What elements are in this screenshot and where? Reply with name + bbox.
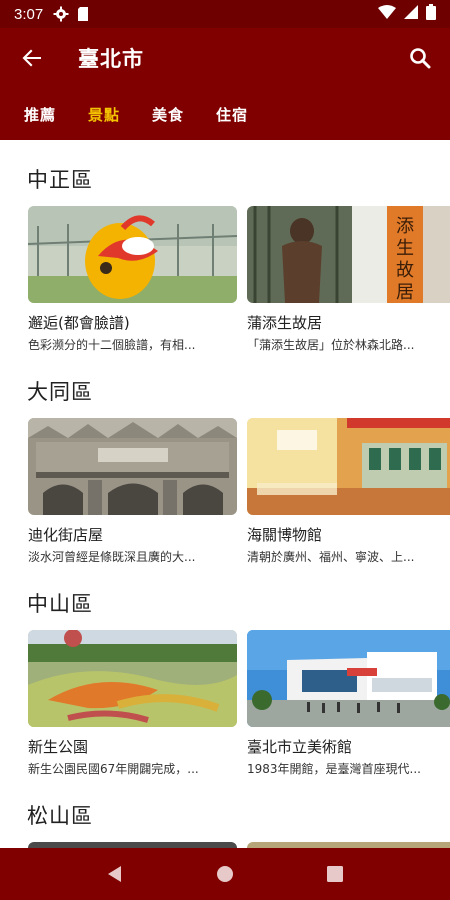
attraction-image: [247, 630, 450, 727]
tab-recommended[interactable]: 推薦: [8, 88, 72, 140]
attraction-name: 海關博物館: [247, 526, 323, 544]
nav-back-button[interactable]: [95, 854, 135, 894]
attraction-description: 淡水河曾經是條既深且廣的大...: [28, 550, 196, 564]
attraction-name: 新生公園: [28, 738, 89, 756]
attraction-card[interactable]: 新生公園 新生公園民國67年開闢完成，...: [28, 630, 237, 777]
attraction-name: 邂逅(都會臉譜): [28, 314, 130, 332]
triangle-back-icon: [108, 866, 121, 882]
attraction-image: [28, 206, 237, 303]
settings-gear-icon: [53, 6, 69, 22]
status-time: 3:07: [14, 5, 44, 23]
square-recents-icon: [327, 866, 343, 882]
attraction-name: 迪化街店屋: [28, 526, 104, 544]
back-button[interactable]: [4, 30, 60, 86]
attraction-name: 蒲添生故居: [247, 314, 323, 332]
svg-text:居: 居: [396, 282, 414, 303]
attraction-description: 新生公園民國67年開闢完成，...: [28, 762, 199, 776]
search-button[interactable]: [392, 30, 448, 86]
section-title-zhongzheng: 中正區: [27, 168, 93, 192]
system-nav-bar: [0, 848, 450, 900]
tab-lodging[interactable]: 住宿: [200, 88, 264, 140]
tab-food[interactable]: 美食: [136, 88, 200, 140]
nav-recents-button[interactable]: [315, 854, 355, 894]
svg-text:生: 生: [396, 238, 414, 259]
battery-icon: [426, 4, 436, 24]
section-title-zhongshan: 中山區: [27, 592, 93, 616]
attraction-image: [28, 630, 237, 727]
status-bar: 3:07: [0, 0, 450, 28]
attraction-card[interactable]: 臺北市立美術館 1983年開館，是臺灣首座現代...: [247, 630, 450, 777]
page-title: 臺北市: [78, 47, 144, 71]
circle-home-icon: [217, 866, 233, 882]
search-icon: [410, 48, 431, 69]
attraction-image: 添 生 故 居: [247, 206, 450, 303]
attraction-card[interactable]: 添 生 故 居 蒲添生故居 「蒲添生故居」位於林森北路...: [247, 206, 450, 353]
section-title-songshan: 松山區: [27, 804, 93, 828]
app-bar: 臺北市: [0, 28, 450, 88]
attraction-name: 臺北市立美術館: [247, 738, 353, 756]
category-tabs: 推薦 景點 美食 住宿: [0, 88, 450, 140]
attraction-card[interactable]: 邂逅(都會臉譜) 色彩濒分的十二個臉譜，有相...: [28, 206, 237, 353]
attraction-card[interactable]: 迪化街店屋 淡水河曾經是條既深且廣的大...: [28, 418, 237, 565]
attraction-description: 清朝於廣州、福州、寧波、上...: [247, 550, 415, 564]
attraction-description: 「蒲添生故居」位於林森北路...: [247, 338, 415, 352]
wifi-icon: [378, 5, 396, 23]
attraction-image: [247, 418, 450, 515]
svg-text:添: 添: [396, 216, 414, 237]
attraction-description: 色彩濒分的十二個臉譜，有相...: [28, 338, 196, 352]
section-title-datong: 大同區: [27, 380, 93, 404]
signal-icon: [404, 5, 418, 23]
attraction-description: 1983年開館，是臺灣首座現代...: [247, 762, 421, 776]
content-list[interactable]: 中正區 邂逅(都會臉譜) 色彩濒分的十二個臉譜，有相... 添 生 故 居 蒲添…: [0, 140, 450, 848]
attraction-image: [28, 418, 237, 515]
svg-text:故: 故: [396, 260, 414, 281]
nav-home-button[interactable]: [205, 854, 245, 894]
tab-attractions[interactable]: 景點: [72, 88, 136, 140]
arrow-left-icon: [22, 49, 41, 67]
sd-card-icon: [75, 6, 91, 22]
attraction-card[interactable]: 海關博物館 清朝於廣州、福州、寧波、上...: [247, 418, 450, 565]
